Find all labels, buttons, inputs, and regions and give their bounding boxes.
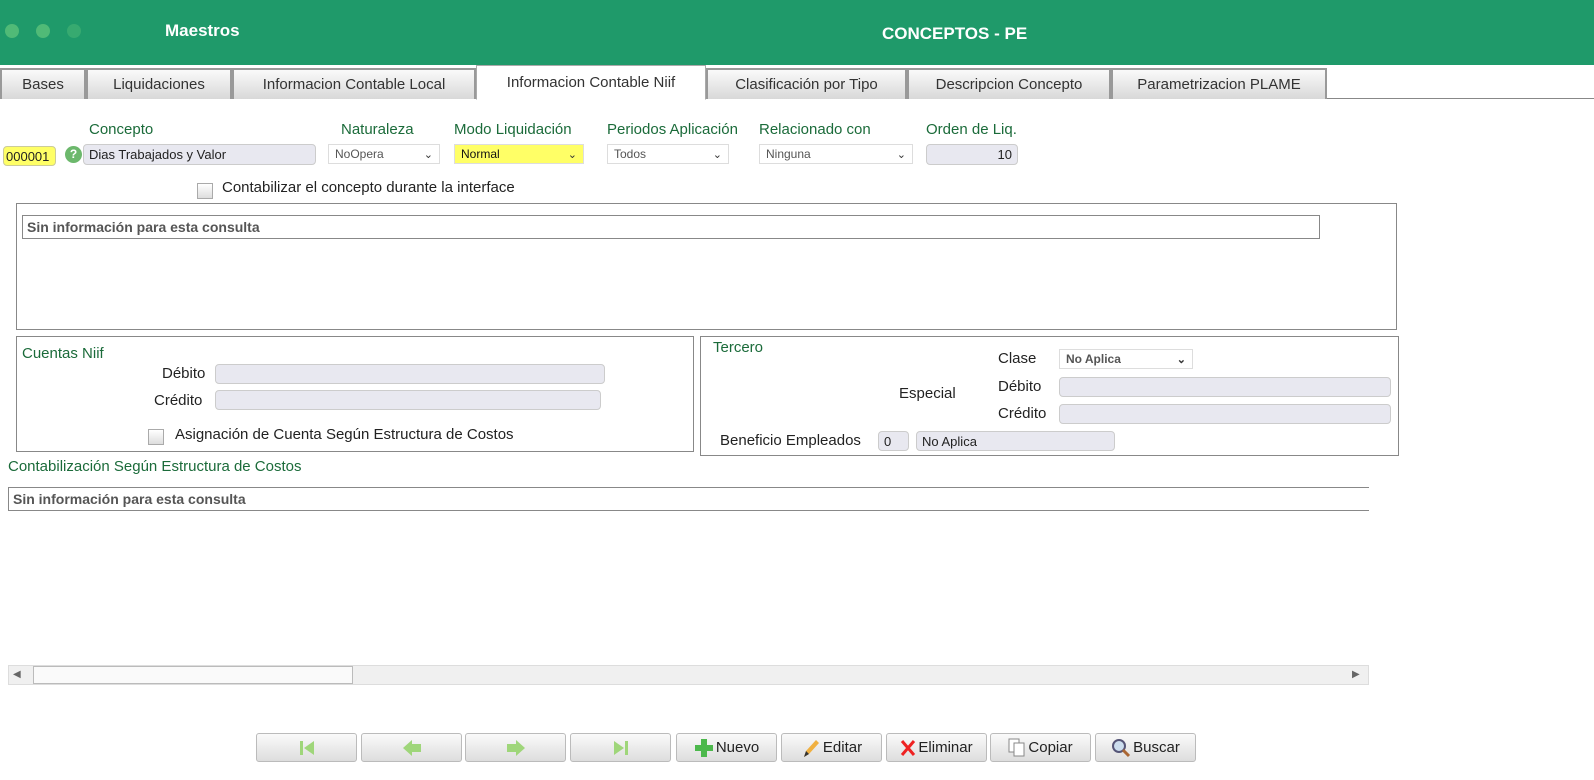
relacionado-value: Ninguna	[766, 147, 811, 161]
clase-select[interactable]: No Aplica ⌄	[1059, 349, 1193, 369]
window-dot-icon	[67, 24, 81, 38]
eliminar-button[interactable]: Eliminar	[886, 733, 987, 762]
last-record-button[interactable]	[570, 733, 671, 762]
scrollbar-thumb[interactable]	[33, 666, 353, 684]
eliminar-label: Eliminar	[918, 739, 973, 756]
pencil-icon	[803, 739, 819, 757]
naturaleza-value: NoOpera	[335, 147, 384, 161]
first-record-button[interactable]	[256, 733, 357, 762]
contabilizar-checkbox[interactable]	[197, 183, 213, 199]
debito-label: Débito	[162, 365, 206, 382]
plus-icon	[694, 738, 713, 757]
grid-panel: Sin información para esta consulta	[16, 203, 1397, 330]
buscar-button[interactable]: Buscar	[1095, 733, 1196, 762]
first-icon	[299, 740, 314, 755]
page-title: CONCEPTOS - PE	[882, 24, 1028, 43]
clase-label: Clase	[998, 350, 1037, 367]
search-icon	[1112, 738, 1131, 757]
arrow-left-icon	[402, 739, 421, 756]
beneficio-value-input[interactable]: No Aplica	[916, 431, 1115, 451]
naturaleza-select[interactable]: NoOpera ⌄	[328, 144, 440, 164]
beneficio-code-input[interactable]: 0	[878, 431, 909, 451]
debito-input[interactable]	[215, 364, 605, 384]
copy-icon	[1008, 738, 1025, 756]
tab-parametrizacion-plame[interactable]: Parametrizacion PLAME	[1111, 68, 1327, 99]
tercero-title: Tercero	[713, 339, 764, 356]
tab-informacion-contable-niif[interactable]: Informacion Contable Niif	[476, 65, 706, 100]
nuevo-button[interactable]: Nuevo	[676, 733, 777, 762]
estructura-title: Contabilización Según Estructura de Cost…	[8, 458, 302, 475]
next-record-button[interactable]	[465, 733, 566, 762]
especial-label: Especial	[899, 385, 956, 402]
chevron-down-icon: ⌄	[423, 148, 433, 161]
beneficio-label: Beneficio Empleados	[720, 432, 861, 449]
modo-value: Normal	[461, 147, 500, 161]
tab-descripcion-concepto[interactable]: Descripcion Concepto	[907, 68, 1111, 99]
relacionado-select[interactable]: Ninguna ⌄	[759, 144, 913, 164]
tercero-credito-label: Crédito	[998, 405, 1047, 422]
chevron-down-icon: ⌄	[567, 148, 577, 161]
copiar-label: Copiar	[1028, 739, 1073, 756]
chevron-down-icon: ⌄	[1176, 353, 1186, 366]
tercero-panel: Tercero Clase No Aplica ⌄ Especial Débito…	[700, 336, 1399, 456]
concepto-code-input[interactable]: 000001	[3, 146, 56, 166]
relacionado-label: Relacionado con	[759, 121, 871, 138]
estructura-grid-empty: Sin información para esta consulta	[8, 487, 1369, 511]
section-title: Maestros	[165, 21, 240, 40]
previous-record-button[interactable]	[361, 733, 462, 762]
tab-bases[interactable]: Bases	[0, 68, 86, 99]
window-dot-icon	[5, 24, 19, 38]
chevron-down-icon: ⌄	[896, 148, 906, 161]
cuentas-niif-title: Cuentas Niif	[22, 345, 104, 362]
tab-liquidaciones[interactable]: Liquidaciones	[86, 68, 232, 99]
delete-x-icon	[901, 739, 916, 756]
periodos-value: Todos	[614, 147, 647, 161]
help-icon[interactable]: ?	[65, 146, 82, 163]
orden-label: Orden de Liq.	[926, 121, 1017, 138]
editar-button[interactable]: Editar	[781, 733, 882, 762]
nuevo-label: Nuevo	[715, 739, 760, 756]
window-dot-icon	[36, 24, 50, 38]
orden-input[interactable]: 10	[926, 144, 1018, 165]
tab-clasificacion-por-tipo[interactable]: Clasificación por Tipo	[706, 68, 907, 99]
grid-empty-message: Sin información para esta consulta	[22, 215, 1320, 239]
cuentas-niif-panel: Cuentas Niif Débito Crédito Asignación d…	[16, 336, 694, 452]
tab-informacion-contable-local[interactable]: Informacion Contable Local	[232, 68, 476, 99]
tab-bar: Bases Liquidaciones Informacion Contable…	[0, 65, 1594, 100]
tercero-credito-input[interactable]	[1059, 404, 1391, 424]
tercero-debito-label: Débito	[998, 378, 1042, 395]
credito-input[interactable]	[215, 390, 601, 410]
naturaleza-label: Naturaleza	[341, 121, 414, 138]
credito-label: Crédito	[154, 392, 203, 409]
editar-label: Editar	[822, 739, 863, 756]
copiar-button[interactable]: Copiar	[990, 733, 1091, 762]
asignacion-checkbox[interactable]	[148, 429, 164, 445]
periodos-select[interactable]: Todos ⌄	[607, 144, 729, 164]
last-icon	[613, 740, 628, 755]
asignacion-label: Asignación de Cuenta Según Estructura de…	[175, 426, 514, 443]
periodos-label: Periodos Aplicación	[607, 121, 738, 138]
scroll-left-icon[interactable]: ◀	[13, 669, 21, 680]
chevron-down-icon: ⌄	[712, 148, 722, 161]
concepto-name-input[interactable]: Dias Trabajados y Valor	[83, 144, 316, 165]
app-header: Maestros CONCEPTOS - PE	[0, 0, 1594, 65]
scroll-right-icon[interactable]: ▶	[1352, 669, 1360, 680]
contabilizar-label: Contabilizar el concepto durante la inte…	[222, 179, 515, 196]
arrow-right-icon	[506, 739, 525, 756]
modo-liquidacion-select[interactable]: Normal ⌄	[454, 144, 584, 164]
modo-liquidacion-label: Modo Liquidación	[454, 121, 572, 138]
horizontal-scrollbar[interactable]: ◀ ▶	[8, 665, 1369, 685]
concepto-label: Concepto	[89, 121, 154, 138]
buscar-label: Buscar	[1133, 739, 1180, 756]
clase-value: No Aplica	[1066, 352, 1121, 366]
tercero-debito-input[interactable]	[1059, 377, 1391, 397]
